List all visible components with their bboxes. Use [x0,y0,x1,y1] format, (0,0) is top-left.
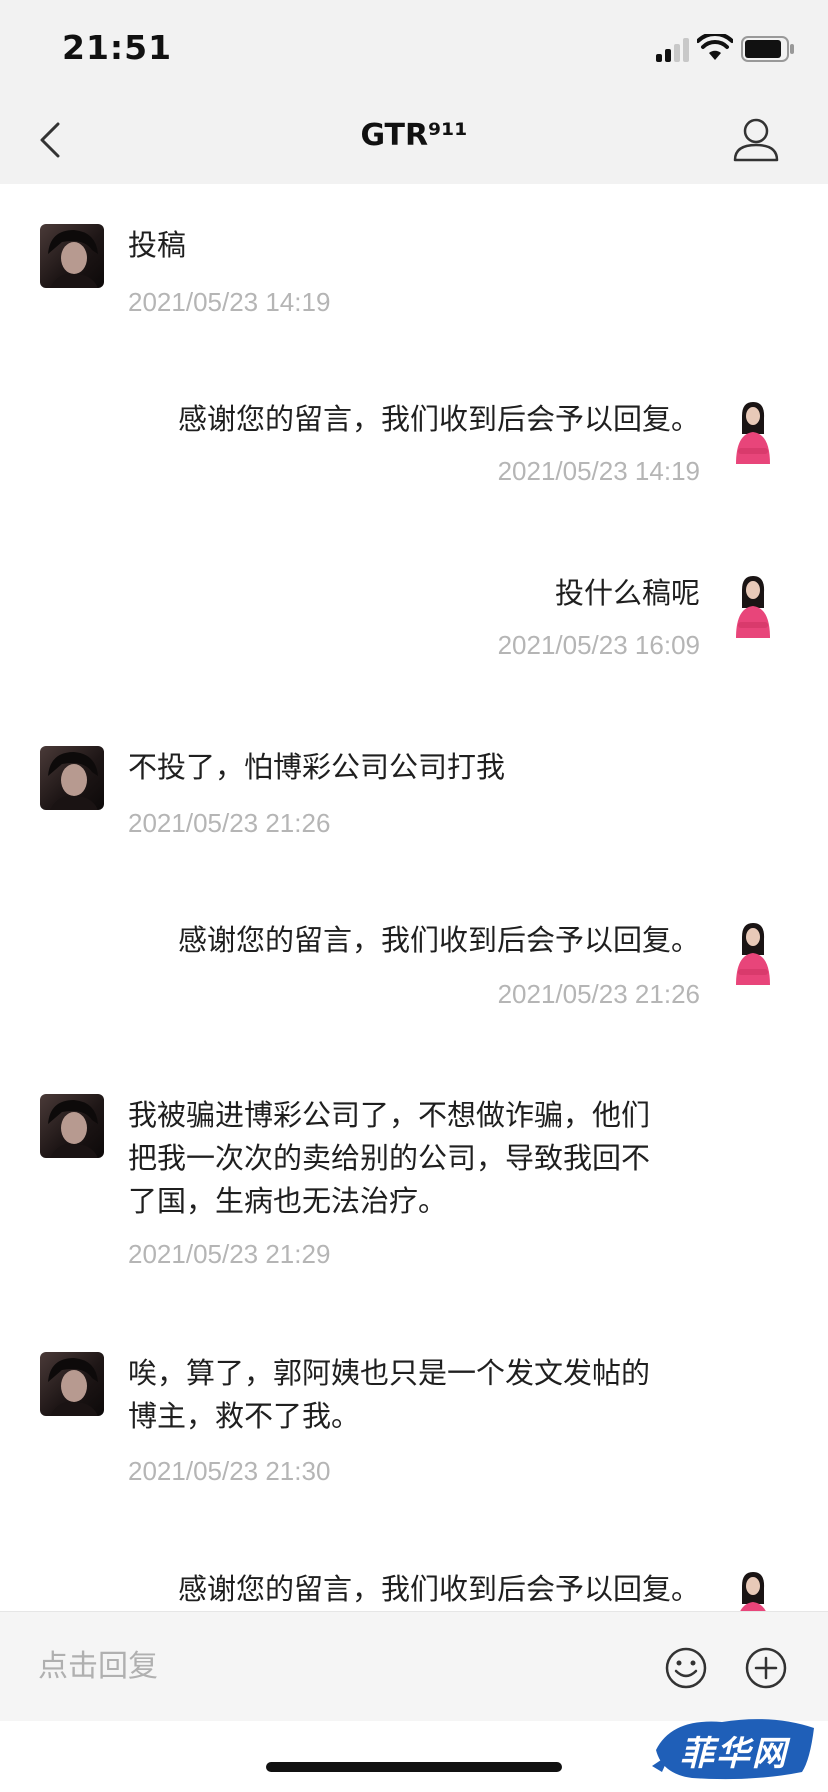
admin-avatar-icon [740,1572,766,1611]
message-text: 我被骗进博彩公司了，不想做诈骗，他们 把我一次次的卖给别的公司，导致我回不 了国… [128,1094,718,1223]
avatar[interactable] [40,1094,104,1158]
wifi-icon [697,34,733,60]
message-timestamp: 2021/05/23 21:29 [128,1239,331,1269]
message-text: 不投了，怕博彩公司公司打我 [128,746,718,789]
message-text: 感谢您的留言，我们收到后会予以回复。 [60,398,700,441]
message-text: 唉，算了，郭阿姨也只是一个发文发帖的 博主，救不了我。 [128,1352,718,1438]
user-avatar-icon [48,752,98,810]
message-line: 感谢您的留言，我们收到后会予以回复。 [177,1572,700,1606]
add-button[interactable] [744,1646,788,1690]
battery-icon [741,36,794,62]
message-line: 了国，生病也无法治疗。 [128,1184,448,1218]
avatar[interactable] [40,1352,104,1416]
message-line: 投稿 [128,228,187,262]
message-timestamp: 2021/05/23 21:30 [128,1456,331,1486]
message-text: 投稿 [128,224,718,267]
admin-avatar-icon [736,923,770,985]
message-timestamp: 2021/05/23 14:19 [128,287,331,317]
message-line: 感谢您的留言，我们收到后会予以回复。 [177,402,700,436]
message-timestamp: 2021/05/23 16:09 [497,630,700,660]
message-line: 博主，救不了我。 [128,1399,361,1433]
message-line: 感谢您的留言，我们收到后会予以回复。 [177,923,700,957]
avatar[interactable] [728,398,778,464]
plus-circle-icon [745,1647,787,1689]
message-timestamp: 2021/05/23 21:26 [128,808,331,838]
smiley-icon [665,1647,707,1689]
status-bar: 21:51 [0,0,828,100]
page-title: GTR⁹¹¹ [360,118,468,153]
message-timestamp: 2021/05/23 14:19 [497,456,700,486]
message-text: 投什么稿呢 [60,572,700,615]
nav-bar: GTR⁹¹¹ [0,100,828,184]
avatar[interactable] [40,224,104,288]
avatar[interactable] [728,919,778,985]
status-time: 21:51 [62,28,173,67]
message-line: 投什么稿呢 [554,576,700,610]
message-line: 我被骗进博彩公司了，不想做诈骗，他们 [128,1098,651,1132]
avatar[interactable] [728,572,778,638]
watermark-logo: 菲华网 [652,1710,820,1786]
user-avatar-icon [48,1358,98,1416]
user-avatar-icon [48,230,98,288]
cellular-signal-icon [656,38,690,62]
reply-bar [0,1611,828,1721]
profile-button[interactable] [730,114,782,166]
message-list[interactable]: 投稿 2021/05/23 14:19 感谢您的留言，我们收到后会予以回复。 2… [0,184,828,1611]
message-line: 不投了，怕博彩公司公司打我 [128,750,506,784]
user-avatar-icon [48,1100,98,1158]
message-text: 感谢您的留言，我们收到后会予以回复。 [60,919,700,962]
emoji-button[interactable] [664,1646,708,1690]
home-indicator[interactable] [266,1762,562,1772]
message-timestamp: 2021/05/23 21:26 [497,979,700,1009]
message-line: 把我一次次的卖给别的公司，导致我回不 [128,1141,651,1175]
message-line: 唉，算了，郭阿姨也只是一个发文发帖的 [128,1356,651,1390]
avatar[interactable] [40,746,104,810]
reply-input[interactable] [38,1638,598,1694]
message-text: 感谢您的留言，我们收到后会予以回复。 [60,1568,700,1611]
admin-avatar-icon [736,576,770,638]
avatar[interactable] [728,1568,778,1611]
user-icon [733,118,779,162]
watermark-text: 菲华网 [680,1734,788,1774]
admin-avatar-icon [736,402,770,464]
